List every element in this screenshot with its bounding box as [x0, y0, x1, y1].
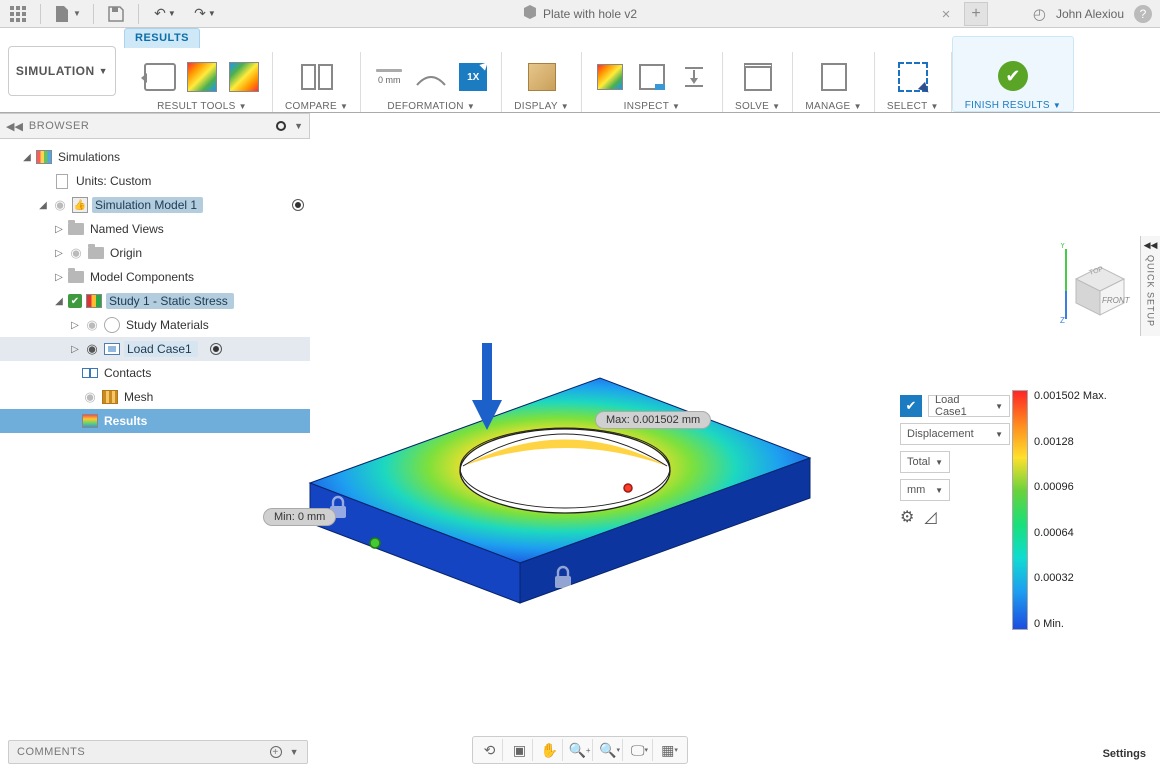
plate-render — [280, 338, 820, 648]
svg-text:Y: Y — [1060, 243, 1066, 250]
doc-icon — [523, 5, 537, 22]
legend-deform-icon[interactable]: ◿ — [924, 507, 936, 527]
deform-scale-icon[interactable]: 0 mm — [373, 61, 405, 93]
user-name[interactable]: John Alexiou — [1056, 7, 1124, 21]
group-deformation: 0 mm 1X DEFORMATION ▼ — [361, 36, 501, 112]
zoom-icon[interactable]: 🔍+ — [567, 739, 593, 761]
contour2-icon[interactable] — [228, 61, 260, 93]
color-gradient — [1012, 390, 1028, 630]
new-tab-button[interactable]: + — [964, 2, 988, 26]
undo-icon[interactable]: ↶▼ — [147, 0, 183, 28]
help-icon[interactable]: ? — [1134, 5, 1152, 23]
color-bar: 0.001502 Max. 0.00128 0.00096 0.00064 0.… — [1012, 390, 1142, 635]
group-manage: MANAGE ▼ — [793, 36, 873, 112]
comments-bar[interactable]: COMMENTS + ▼ — [8, 740, 308, 764]
plus-icon[interactable]: + — [270, 746, 282, 758]
units-select[interactable]: mm▼ — [900, 479, 950, 501]
solve-icon[interactable] — [742, 61, 774, 93]
probe-icon[interactable] — [594, 61, 626, 93]
workspace-label: SIMULATION — [16, 64, 95, 78]
max-label: Max: 0.001502 mm — [595, 411, 711, 429]
nav-bar: ⟲ ▣ ✋ 🔍+ 🔍▾ 🖵▾ ▦▾ — [472, 736, 688, 764]
extensions-icon[interactable]: ◴ — [1033, 5, 1046, 23]
file-menu-icon[interactable]: ▼ — [49, 0, 85, 28]
cb-tick: 0.00128 — [1034, 436, 1107, 448]
save-icon[interactable] — [102, 0, 130, 28]
cb-tick: 0.00096 — [1034, 481, 1107, 493]
results-legend-panel: ✔ Load Case1▼ Displacement▼ Total▼ mm▼ ⚙… — [900, 395, 1010, 527]
close-tab-icon[interactable]: × — [932, 0, 960, 28]
cb-tick: 0.001502 Max. — [1034, 390, 1107, 402]
deform-1x-icon[interactable]: 1X — [457, 61, 489, 93]
animation-icon[interactable] — [144, 61, 176, 93]
cb-tick: 0.00032 — [1034, 572, 1107, 584]
display-settings-icon[interactable]: 🖵▾ — [627, 739, 653, 761]
redo-icon[interactable]: ↷▼ — [187, 0, 223, 28]
deform-curve-icon[interactable] — [415, 61, 447, 93]
measure-icon[interactable] — [636, 61, 668, 93]
manage-icon[interactable] — [818, 61, 850, 93]
group-display: DISPLAY ▼ — [502, 36, 581, 112]
app-launcher-icon[interactable] — [4, 0, 32, 28]
group-select: SELECT ▼ — [875, 36, 951, 112]
select-icon[interactable] — [897, 61, 929, 93]
look-at-icon[interactable]: ▣ — [507, 739, 533, 761]
display-icon[interactable] — [526, 61, 558, 93]
quick-setup-tab[interactable]: ◀◀ QUICK SETUP — [1140, 236, 1160, 336]
result-type-select[interactable]: Displacement▼ — [900, 423, 1010, 445]
title-bar: ▼ ↶▼ ↷▼ Plate with hole v2 × + ◴ John Al… — [0, 0, 1160, 28]
cb-tick: 0 Min. — [1034, 618, 1107, 630]
min-label: Min: 0 mm — [263, 508, 336, 526]
svg-text:FRONT: FRONT — [1102, 296, 1130, 305]
load-case-select[interactable]: Load Case1▼ — [928, 395, 1010, 417]
legend-toggle-button[interactable]: ✔ — [900, 395, 922, 417]
chevron-down-icon[interactable]: ▼ — [290, 747, 299, 757]
pan-icon[interactable]: ✋ — [537, 739, 563, 761]
doc-title: Plate with hole v2 — [543, 7, 637, 21]
reaction-icon[interactable] — [678, 61, 710, 93]
cb-tick: 0.00064 — [1034, 527, 1107, 539]
compare-icon[interactable] — [301, 61, 333, 93]
settings-link[interactable]: Settings — [1103, 748, 1146, 760]
group-finish-results[interactable]: ✔ FINISH RESULTS ▼ — [952, 36, 1074, 112]
fit-icon[interactable]: 🔍▾ — [597, 739, 623, 761]
finish-results-icon[interactable]: ✔ — [997, 60, 1029, 92]
contour-icon[interactable] — [186, 61, 218, 93]
group-inspect: INSPECT ▼ — [582, 36, 722, 112]
legend-settings-icon[interactable]: ⚙ — [900, 507, 914, 527]
workspace-switcher[interactable]: SIMULATION▼ — [8, 46, 116, 96]
view-cube[interactable]: Y Z TOP FRONT — [1060, 243, 1130, 323]
tab-results[interactable]: RESULTS — [124, 28, 200, 48]
group-solve: SOLVE ▼ — [723, 36, 792, 112]
component-select[interactable]: Total▼ — [900, 451, 950, 473]
orbit-icon[interactable]: ⟲ — [477, 739, 503, 761]
group-compare: COMPARE ▼ — [273, 36, 360, 112]
svg-text:Z: Z — [1060, 316, 1065, 323]
ribbon: SIMULATION▼ RESULTS RESULT TOOLS ▼ COMPA… — [0, 28, 1160, 113]
grid-icon[interactable]: ▦▾ — [657, 739, 683, 761]
